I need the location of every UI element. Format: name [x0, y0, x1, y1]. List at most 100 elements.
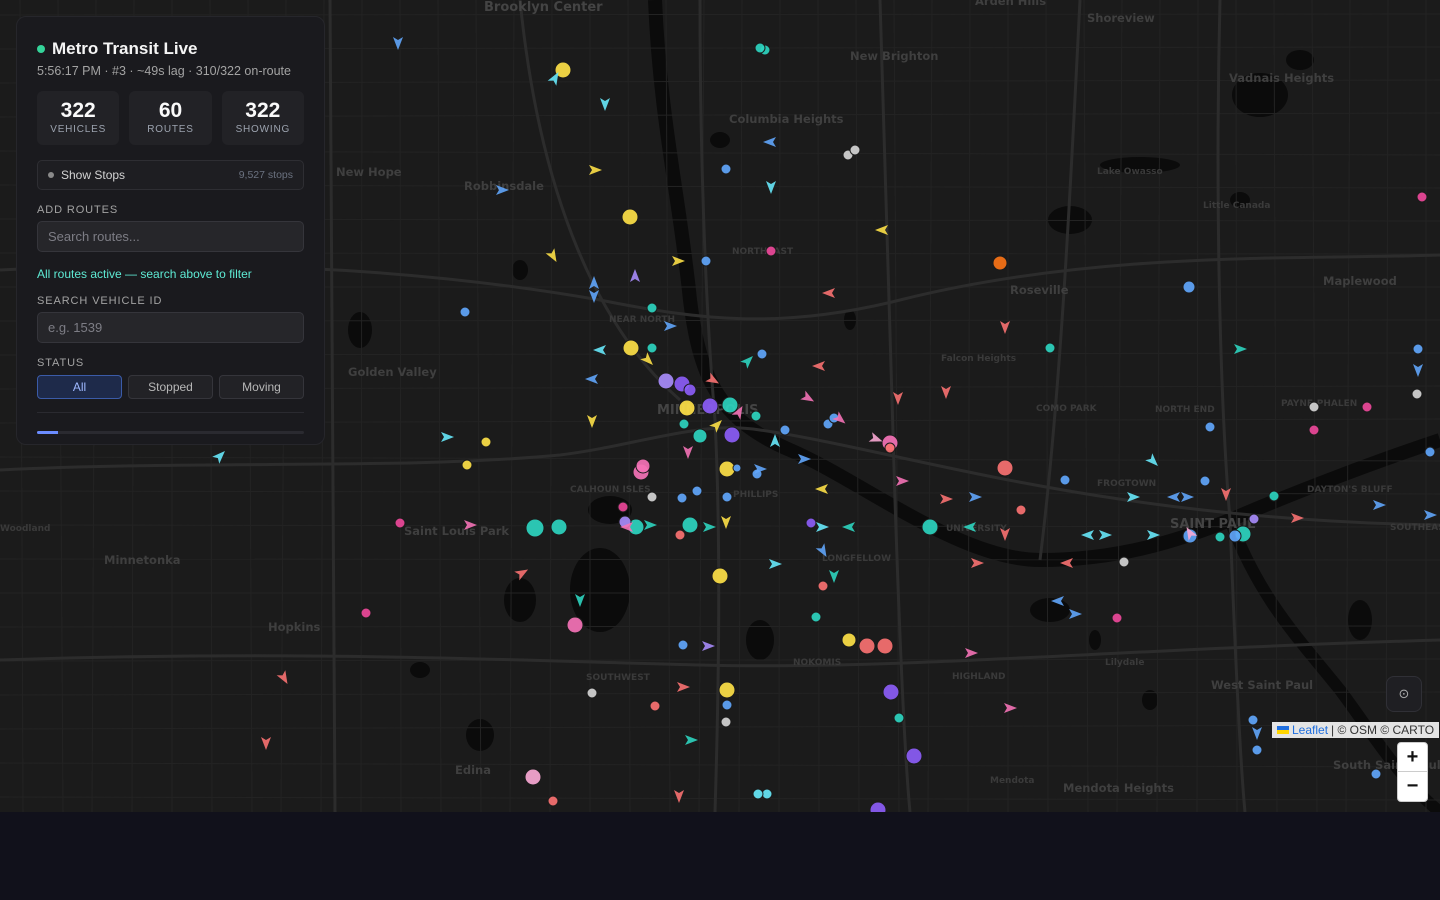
zoom-in-button[interactable]: + [1398, 743, 1427, 772]
vehicle-marker[interactable] [1251, 744, 1263, 756]
status-stopped-button[interactable]: Stopped [128, 375, 213, 399]
vehicle-marker[interactable] [360, 607, 372, 619]
vehicle-marker[interactable] [1044, 342, 1056, 354]
vehicle-direction-arrow[interactable] [1069, 609, 1082, 619]
vehicle-marker[interactable] [649, 700, 661, 712]
vehicle-marker[interactable] [1361, 401, 1373, 413]
vehicle-marker[interactable] [1199, 475, 1211, 487]
vehicle-marker[interactable] [1059, 474, 1071, 486]
vehicle-marker[interactable] [459, 306, 471, 318]
vehicle-marker[interactable] [550, 518, 568, 536]
vehicle-direction-arrow[interactable] [589, 165, 602, 175]
vehicle-marker[interactable] [750, 410, 762, 422]
vehicle-direction-arrow[interactable] [212, 448, 228, 464]
vehicle-marker[interactable] [1370, 768, 1382, 780]
vehicle-marker[interactable] [779, 424, 791, 436]
vehicle-marker[interactable] [876, 637, 894, 655]
route-search-input[interactable] [37, 221, 304, 252]
vehicle-direction-arrow[interactable] [965, 648, 978, 658]
vehicle-marker[interactable] [617, 501, 629, 513]
vehicle-direction-arrow[interactable] [721, 516, 731, 529]
vehicle-direction-arrow[interactable] [816, 522, 829, 532]
vehicle-marker[interactable] [1214, 531, 1226, 543]
vehicle-direction-arrow[interactable] [593, 345, 606, 355]
vehicle-marker[interactable] [884, 442, 896, 454]
vehicle-marker[interactable] [1204, 421, 1216, 433]
vehicle-marker[interactable] [1268, 490, 1280, 502]
vehicle-marker[interactable] [711, 567, 729, 585]
vehicle-direction-arrow[interactable] [674, 790, 684, 803]
vehicle-marker[interactable] [701, 397, 719, 415]
vehicle-direction-arrow[interactable] [1081, 530, 1094, 540]
vehicle-marker[interactable] [678, 399, 696, 417]
vehicle-direction-arrow[interactable] [261, 737, 271, 750]
vehicle-direction-arrow[interactable] [1145, 453, 1161, 469]
vehicle-marker[interactable] [754, 42, 766, 54]
vehicle-direction-arrow[interactable] [276, 670, 292, 686]
leaflet-link[interactable]: Leaflet [1292, 723, 1328, 737]
vehicle-marker[interactable] [849, 144, 861, 156]
vehicle-marker[interactable] [646, 491, 658, 503]
vehicle-marker[interactable] [721, 699, 733, 711]
vehicle-marker[interactable] [1015, 504, 1027, 516]
vehicle-marker[interactable] [720, 163, 732, 175]
vehicle-marker[interactable] [723, 426, 741, 444]
vehicle-marker[interactable] [992, 255, 1008, 271]
vehicle-marker[interactable] [1416, 191, 1428, 203]
vehicle-direction-arrow[interactable] [940, 494, 953, 504]
vehicle-marker[interactable] [692, 428, 708, 444]
vehicle-direction-arrow[interactable] [1004, 703, 1017, 713]
vehicle-marker[interactable] [921, 518, 939, 536]
vehicle-marker[interactable] [547, 795, 559, 807]
vehicle-direction-arrow[interactable] [822, 288, 835, 298]
vehicle-marker[interactable] [720, 716, 732, 728]
zoom-out-button[interactable]: − [1398, 772, 1427, 801]
vehicle-marker[interactable] [756, 348, 768, 360]
vehicle-direction-arrow[interactable] [514, 565, 530, 581]
vehicle-direction-arrow[interactable] [683, 446, 693, 459]
vehicle-direction-arrow[interactable] [1252, 727, 1262, 740]
vehicle-marker[interactable] [524, 768, 542, 786]
vehicle-marker[interactable] [817, 580, 829, 592]
vehicle-direction-arrow[interactable] [896, 476, 909, 486]
vehicle-marker[interactable] [1248, 513, 1260, 525]
vehicle-direction-arrow[interactable] [600, 98, 610, 111]
vehicle-marker[interactable] [657, 372, 675, 390]
vehicle-direction-arrow[interactable] [630, 269, 640, 282]
vehicle-marker[interactable] [996, 459, 1014, 477]
vehicle-marker[interactable] [461, 459, 473, 471]
vehicle-marker[interactable] [1308, 424, 1320, 436]
vehicle-marker[interactable] [858, 637, 876, 655]
vehicle-marker[interactable] [721, 491, 733, 503]
vehicle-marker[interactable] [480, 436, 492, 448]
vehicle-marker[interactable] [586, 687, 598, 699]
vehicle-marker[interactable] [841, 632, 857, 648]
vehicle-marker[interactable] [678, 418, 690, 430]
vehicle-direction-arrow[interactable] [585, 374, 598, 384]
locate-button[interactable]: ⊙ [1386, 676, 1422, 712]
vehicle-marker[interactable] [1308, 401, 1320, 413]
vehicle-marker[interactable] [1247, 714, 1259, 726]
vehicle-marker[interactable] [718, 681, 736, 699]
vehicle-marker[interactable] [765, 245, 777, 257]
vehicle-direction-arrow[interactable] [800, 390, 816, 406]
vehicle-marker[interactable] [691, 485, 703, 497]
vehicle-marker[interactable] [1412, 343, 1424, 355]
vehicle-marker[interactable] [718, 460, 736, 478]
vehicle-direction-arrow[interactable] [766, 181, 776, 194]
vehicle-id-input[interactable] [37, 312, 304, 343]
vehicle-direction-arrow[interactable] [1373, 500, 1386, 510]
vehicle-direction-arrow[interactable] [769, 559, 782, 569]
vehicle-marker[interactable] [810, 611, 822, 623]
vehicle-marker[interactable] [1228, 529, 1242, 543]
vehicle-marker[interactable] [681, 516, 699, 534]
vehicle-marker[interactable] [621, 208, 639, 226]
vehicle-marker[interactable] [683, 383, 697, 397]
vehicle-marker[interactable] [566, 616, 584, 634]
vehicle-marker[interactable] [1118, 556, 1130, 568]
vehicle-direction-arrow[interactable] [685, 735, 698, 745]
vehicle-marker[interactable] [622, 339, 640, 357]
show-stops-toggle[interactable]: Show Stops 9,527 stops [37, 160, 304, 190]
vehicle-direction-arrow[interactable] [941, 386, 951, 399]
vehicle-direction-arrow[interactable] [1099, 530, 1112, 540]
